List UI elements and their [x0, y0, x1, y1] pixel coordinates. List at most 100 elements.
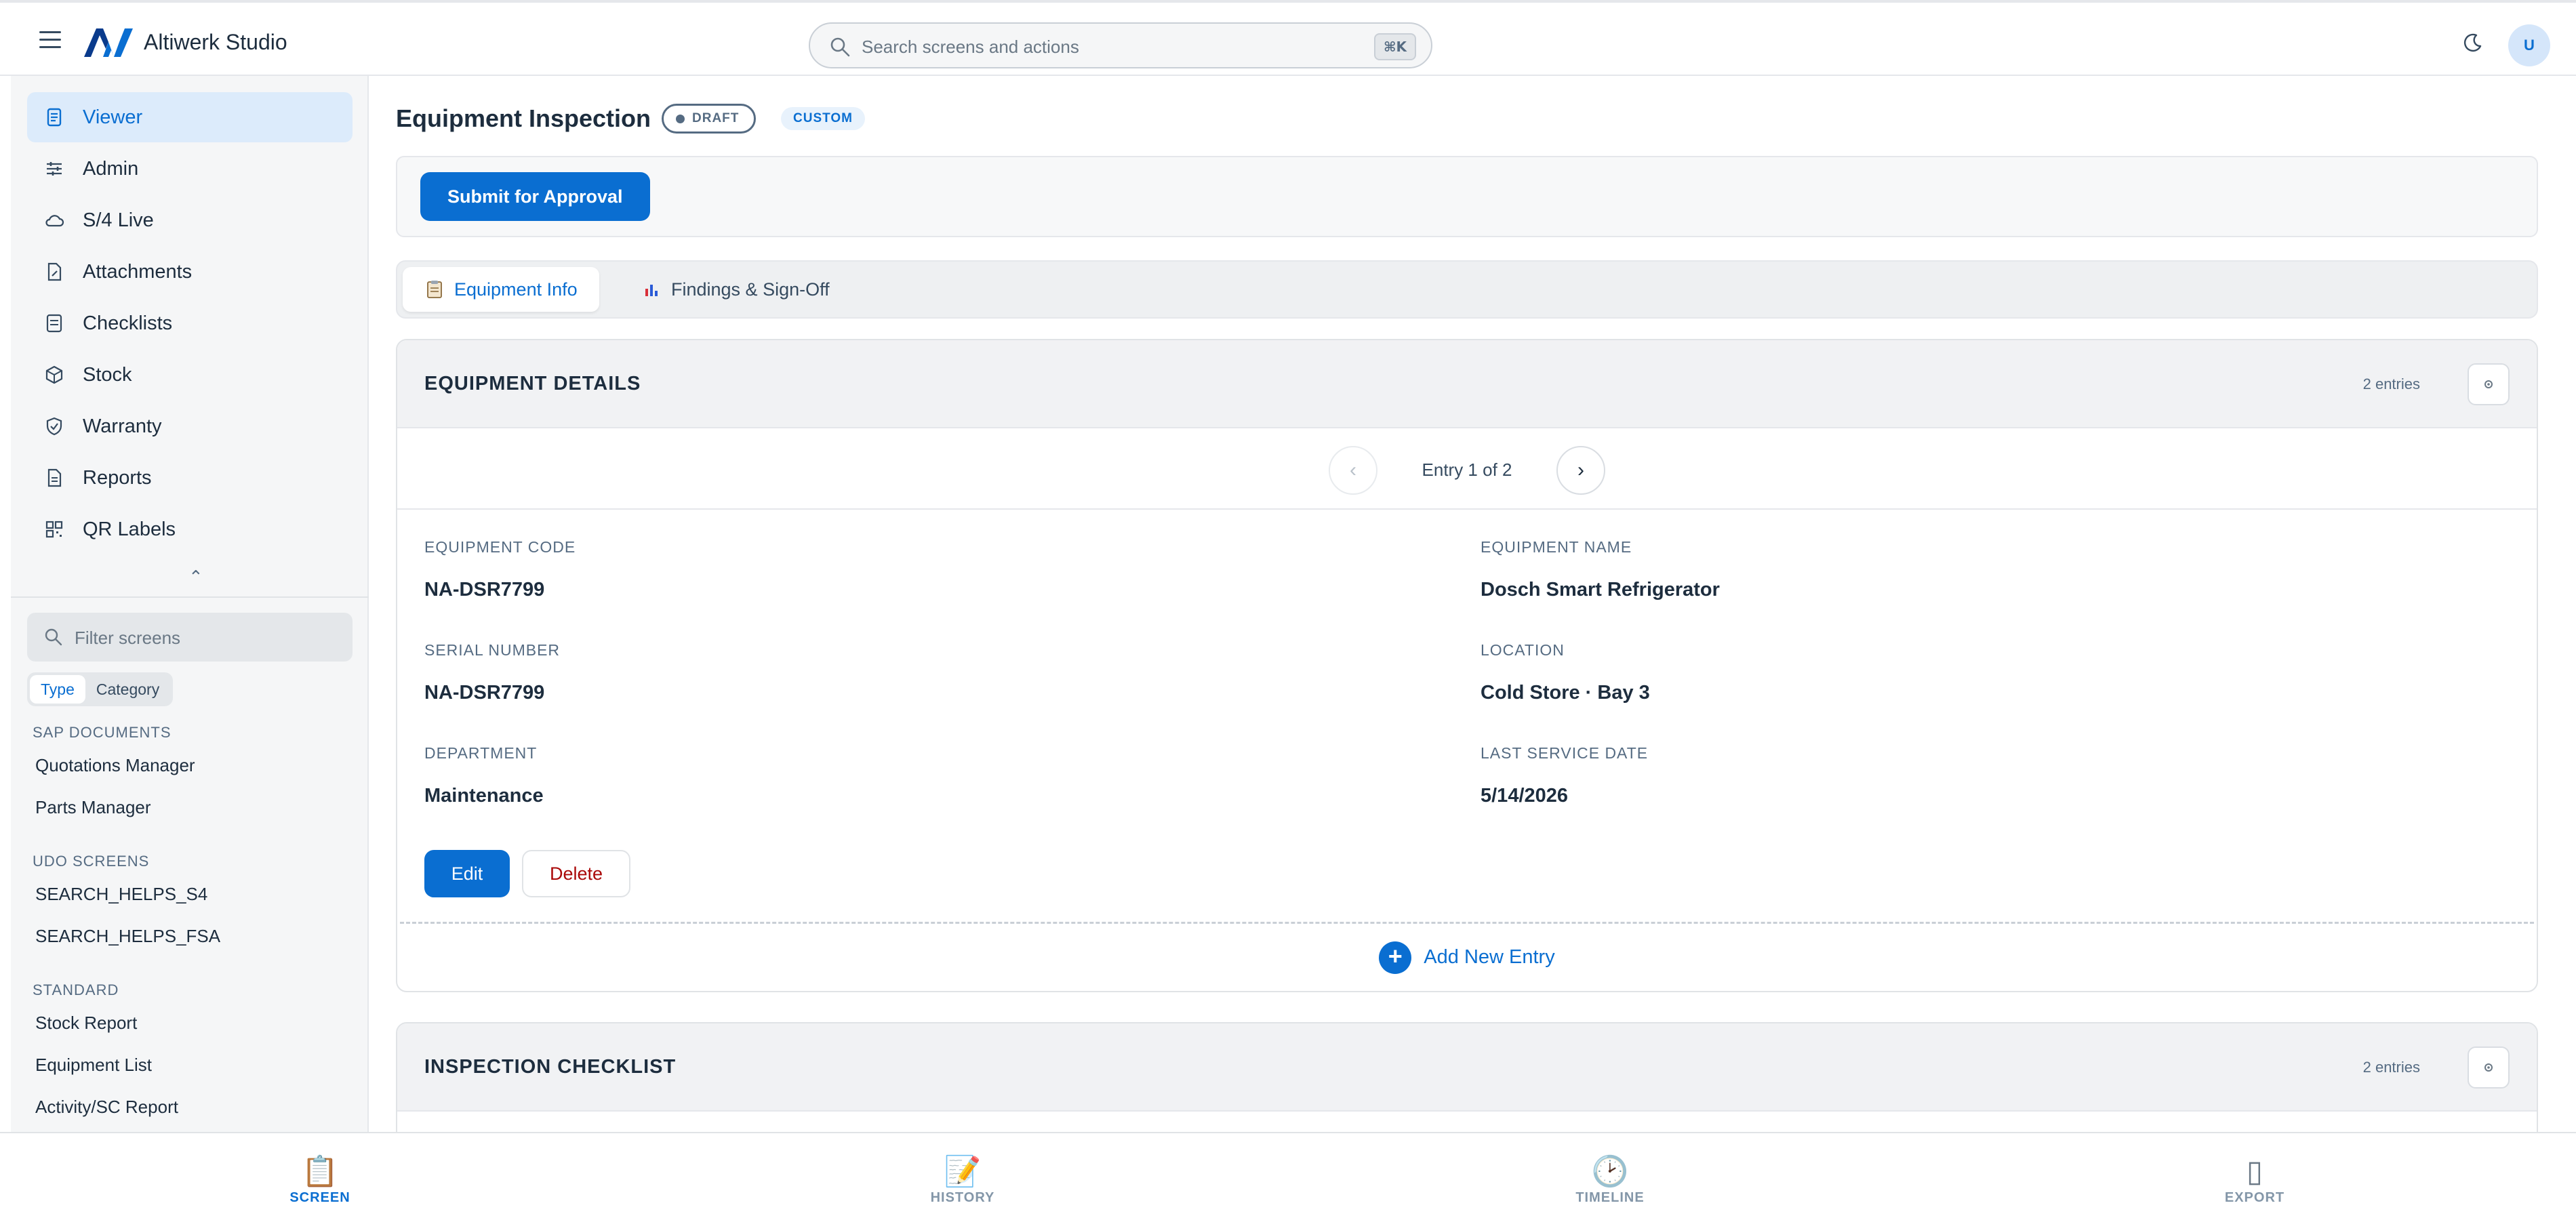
box-icon	[45, 365, 63, 384]
tab-bar: Equipment Info Findings & Sign-Off	[396, 260, 2538, 319]
bottom-nav-history[interactable]: 📝 HISTORY	[861, 1133, 1064, 1220]
search-shortcut-badge: ⌘K	[1373, 33, 1416, 60]
add-entry-label: Add New Entry	[1424, 946, 1555, 968]
add-new-entry-button[interactable]: + Add New Entry	[400, 922, 2534, 991]
field-value: Dosch Smart Refrigerator	[1481, 579, 1720, 601]
dark-mode-moon-icon[interactable]	[2463, 33, 2483, 53]
segment-type[interactable]: Type	[30, 675, 85, 704]
sidebar-item-label: Stock	[83, 363, 132, 386]
clock-icon: 🕑	[1591, 1155, 1629, 1188]
bottom-nav-export[interactable]: ▯ EXPORT	[2153, 1133, 2356, 1220]
screen-link[interactable]: Quotations Manager	[35, 755, 195, 776]
altiwerk-logo	[84, 28, 133, 57]
next-entry-button[interactable]: ›	[1556, 446, 1605, 495]
field-label: LAST SERVICE DATE	[1481, 744, 1649, 762]
divider	[11, 596, 369, 598]
section-settings-button[interactable]	[2468, 363, 2510, 405]
sidebar-item-stock[interactable]: Stock	[27, 350, 353, 400]
bottom-nav-label: EXPORT	[2224, 1190, 2285, 1205]
segment-category[interactable]: Category	[85, 675, 170, 704]
memo-icon: 📝	[944, 1155, 982, 1188]
search-icon	[830, 37, 850, 57]
group-heading: SAP DOCUMENTS	[33, 724, 172, 741]
sidebar-item-s4-live[interactable]: S/4 Live	[27, 195, 353, 245]
entry-count: 2 entries	[2362, 1059, 2420, 1076]
field-value: NA-DSR7799	[424, 579, 545, 601]
top-bar: Altiwerk Studio Search screens and actio…	[0, 0, 2576, 76]
field-value: Maintenance	[424, 785, 544, 807]
sidebar-item-qr-labels[interactable]: QR Labels	[27, 504, 353, 554]
sidebar-item-warranty[interactable]: Warranty	[27, 401, 353, 451]
group-heading: UDO SCREENS	[33, 853, 150, 870]
group-by-segmented-control: Type Category	[27, 672, 174, 706]
tab-label: Equipment Info	[454, 279, 578, 300]
collapse-nav-chevron-up-icon[interactable]: ⌃	[188, 567, 203, 588]
field-label: EQUIPMENT CODE	[424, 538, 576, 556]
search-icon	[45, 628, 62, 646]
bottom-nav-label: TIMELINE	[1575, 1190, 1645, 1205]
user-avatar[interactable]: U	[2508, 24, 2550, 66]
delete-button[interactable]: Delete	[522, 850, 630, 897]
bottom-navigation: 📋 SCREEN 📝 HISTORY 🕑 TIMELINE ▯ EXPORT	[0, 1132, 2576, 1220]
field-value: 5/14/2026	[1481, 785, 1569, 807]
screen-link[interactable]: Parts Manager	[35, 797, 151, 818]
sidebar-item-label: QR Labels	[83, 518, 176, 540]
screen-link[interactable]: Equipment List	[35, 1055, 152, 1076]
sidebar-item-admin[interactable]: Admin	[27, 144, 353, 194]
status-badge: DRAFT	[662, 104, 757, 134]
bottom-nav-label: SCREEN	[289, 1190, 350, 1205]
sidebar-item-label: Checklists	[83, 312, 173, 334]
sidebar-item-label: S/4 Live	[83, 209, 154, 231]
sidebar-item-label: Warranty	[83, 415, 162, 437]
group-heading: STANDARD	[33, 981, 119, 998]
tab-equipment-info[interactable]: Equipment Info	[403, 267, 599, 312]
filter-screens-input[interactable]: Filter screens	[27, 613, 353, 662]
screen-link[interactable]: Stock Report	[35, 1013, 137, 1034]
export-icon: ▯	[2246, 1155, 2263, 1188]
entry-count: 2 entries	[2362, 375, 2420, 392]
sidebar-item-label: Viewer	[83, 106, 143, 128]
page-title: Equipment Inspection	[396, 104, 651, 132]
sliders-icon	[47, 162, 62, 176]
filter-placeholder: Filter screens	[75, 628, 181, 648]
sidebar-item-label: Admin	[83, 157, 139, 180]
sidebar-item-label: Reports	[83, 466, 152, 489]
edit-button[interactable]: Edit	[424, 850, 510, 897]
sidebar-item-checklists[interactable]: Checklists	[27, 298, 353, 348]
gear-icon	[2484, 380, 2493, 388]
hamburger-menu-icon[interactable]	[39, 31, 61, 49]
tab-findings-sign-off[interactable]: Findings & Sign-Off	[620, 267, 851, 312]
sidebar-item-label: Attachments	[83, 260, 193, 283]
section-header: INSPECTION CHECKLIST 2 entries	[397, 1023, 2537, 1112]
clipboard-icon	[427, 281, 442, 298]
bottom-nav-timeline[interactable]: 🕑 TIMELINE	[1508, 1133, 1712, 1220]
sidebar-item-reports[interactable]: Reports	[27, 453, 353, 503]
sidebar: Viewer Admin S/4 Live Attachments Checkl…	[11, 76, 369, 1133]
chevron-right-icon: ›	[1577, 459, 1584, 481]
screen-link[interactable]: Activity/SC Report	[35, 1097, 178, 1118]
sidebar-item-attachments[interactable]: Attachments	[27, 247, 353, 297]
field-label: SERIAL NUMBER	[424, 641, 561, 659]
checklist-icon	[46, 314, 62, 333]
sidebar-item-viewer[interactable]: Viewer	[27, 92, 353, 142]
field-value: Cold Store · Bay 3	[1481, 682, 1650, 704]
section-title: INSPECTION CHECKLIST	[424, 1056, 677, 1078]
global-search-input[interactable]: Search screens and actions ⌘K	[809, 22, 1432, 68]
section-header: EQUIPMENT DETAILS 2 entries	[397, 340, 2537, 428]
screen-link[interactable]: SEARCH_HELPS_S4	[35, 884, 207, 905]
report-icon	[47, 468, 62, 487]
section-settings-button[interactable]	[2468, 1046, 2510, 1089]
submit-for-approval-button[interactable]: Submit for Approval	[420, 172, 650, 221]
bottom-nav-screen[interactable]: 📋 SCREEN	[218, 1133, 422, 1220]
field-label: DEPARTMENT	[424, 744, 538, 762]
tab-label: Findings & Sign-Off	[671, 279, 830, 300]
qr-code-icon	[45, 521, 63, 538]
action-bar: Submit for Approval	[396, 156, 2538, 237]
screen-link[interactable]: SEARCH_HELPS_FSA	[35, 926, 220, 947]
app-title: Altiwerk Studio	[144, 30, 287, 54]
type-badge: CUSTOM	[781, 107, 865, 130]
clipboard-icon: 📋	[301, 1155, 339, 1188]
previous-entry-button[interactable]: ‹	[1329, 446, 1377, 495]
entry-position: Entry 1 of 2	[1422, 460, 1512, 480]
paperclip-document-icon	[47, 262, 62, 281]
